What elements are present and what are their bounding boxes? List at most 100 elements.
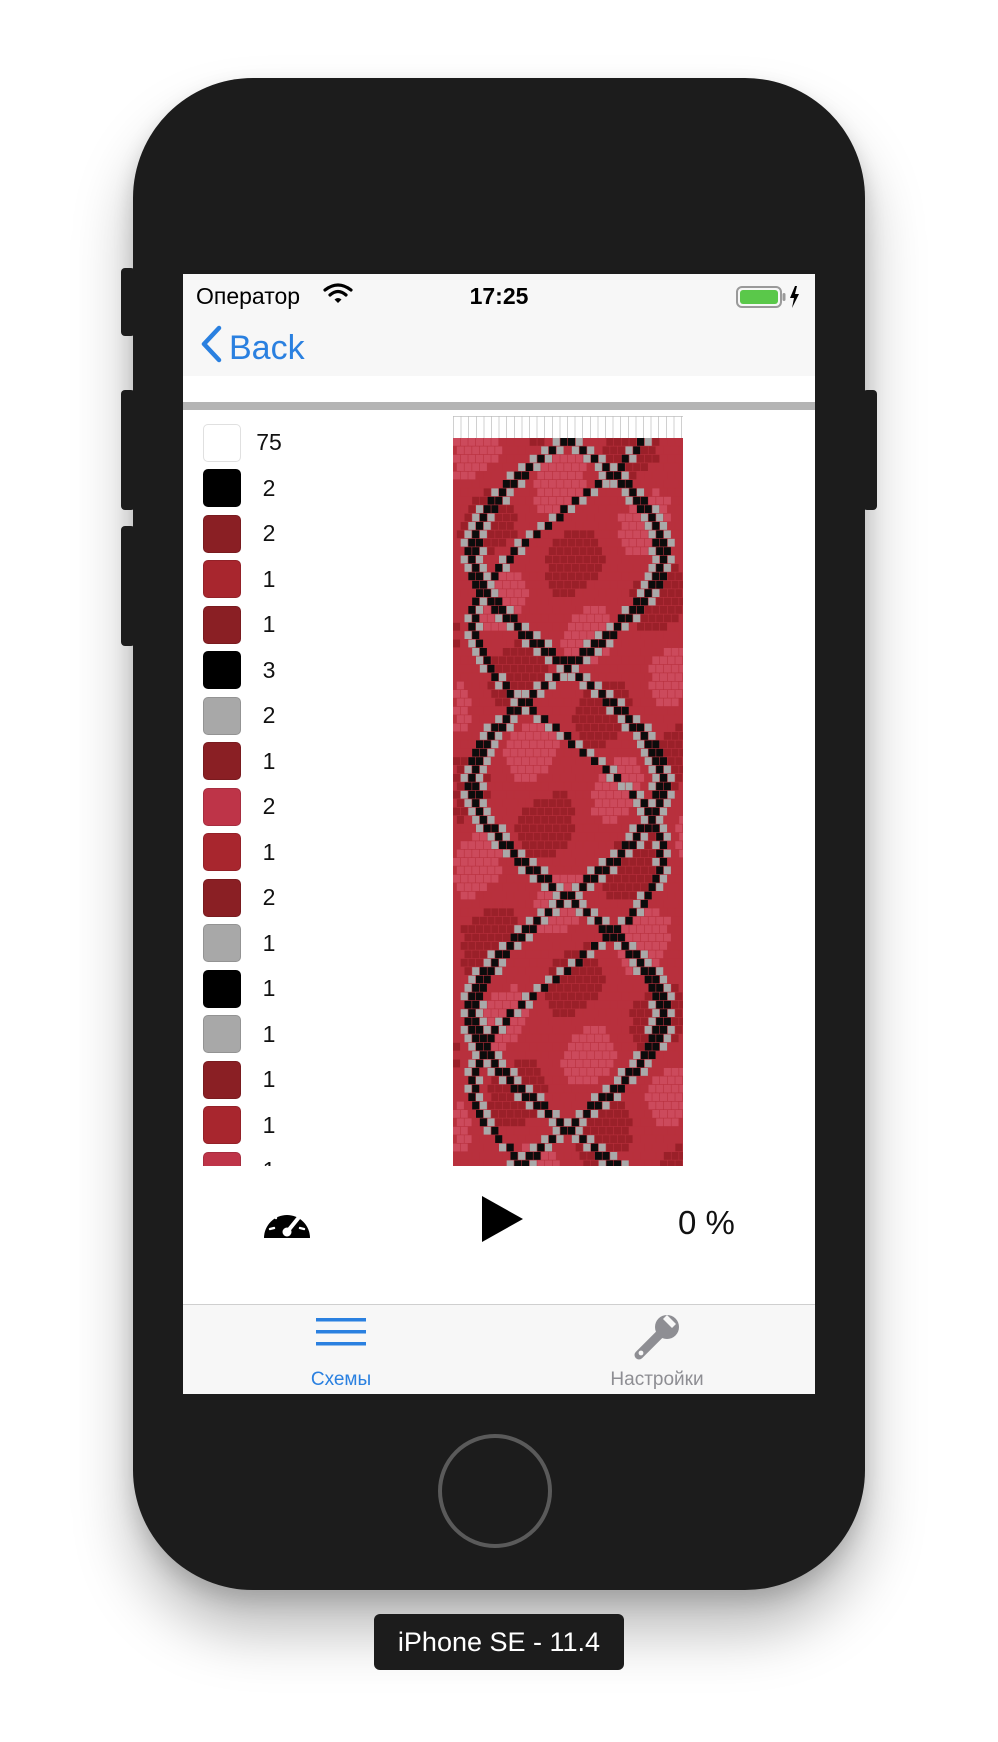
- tab-schemes[interactable]: Схемы: [183, 1305, 499, 1394]
- bead-color-row[interactable]: 2: [203, 784, 363, 830]
- bead: [671, 648, 679, 656]
- bead-color-row[interactable]: 1: [203, 830, 363, 876]
- bead: [564, 799, 572, 807]
- bead-color-row[interactable]: 1: [203, 921, 363, 967]
- bead-color-row[interactable]: 1: [203, 739, 363, 785]
- bead: [472, 984, 480, 992]
- bead: [671, 732, 679, 740]
- bead: [525, 866, 533, 875]
- bead-color-row[interactable]: 2: [203, 466, 363, 512]
- bead: [510, 513, 518, 522]
- bead-color-row[interactable]: 1: [203, 602, 363, 648]
- bead: [667, 555, 675, 564]
- bead: [621, 690, 629, 698]
- bead-color-row[interactable]: 2: [203, 875, 363, 921]
- bead: [483, 1059, 491, 1068]
- bead: [545, 790, 553, 799]
- bead: [648, 547, 656, 555]
- bead: [660, 774, 668, 782]
- bead: [468, 975, 476, 984]
- bead-pattern-canvas[interactable]: [453, 438, 683, 1166]
- bead: [629, 1143, 637, 1152]
- bead: [468, 841, 476, 849]
- bead: [602, 832, 610, 841]
- bead: [633, 1034, 641, 1043]
- back-button[interactable]: Back: [199, 325, 305, 370]
- bead-count: 2: [262, 520, 276, 547]
- bead: [633, 1135, 641, 1143]
- bead-color-row[interactable]: 1: [203, 966, 363, 1012]
- bead: [545, 471, 553, 480]
- bead: [522, 942, 530, 950]
- bead: [502, 984, 510, 992]
- bead: [667, 673, 675, 681]
- bead: [675, 1042, 683, 1051]
- bead: [617, 1051, 625, 1059]
- bead: [541, 496, 549, 505]
- play-button[interactable]: [479, 1194, 525, 1249]
- home-button[interactable]: [438, 1434, 552, 1548]
- bead: [564, 698, 572, 707]
- bead: [525, 446, 533, 455]
- bead: [472, 513, 480, 522]
- bead: [598, 925, 606, 933]
- bead: [621, 1042, 629, 1051]
- bead: [518, 1135, 526, 1143]
- bead-color-row[interactable]: 3: [203, 648, 363, 694]
- bead: [525, 967, 533, 975]
- bead: [522, 488, 530, 497]
- bead: [614, 706, 622, 715]
- bead: [510, 1152, 518, 1160]
- color-swatch: [203, 878, 241, 917]
- bead: [575, 555, 583, 564]
- bead-color-list[interactable]: 752211321212111111: [203, 420, 363, 1166]
- bead: [552, 1059, 560, 1068]
- bead-color-row[interactable]: 1: [203, 1057, 363, 1103]
- bead: [487, 1152, 495, 1160]
- bead: [556, 530, 564, 539]
- bead: [652, 740, 660, 749]
- bead: [510, 748, 518, 757]
- bead-color-row[interactable]: 75: [203, 420, 363, 466]
- bead-color-row[interactable]: 1: [203, 1103, 363, 1149]
- bead-color-row[interactable]: 2: [203, 511, 363, 557]
- bead: [598, 1126, 606, 1135]
- bead-color-row[interactable]: 1: [203, 1148, 363, 1166]
- bead: [656, 1084, 664, 1093]
- bead: [487, 597, 495, 606]
- bead: [671, 967, 679, 975]
- bead: [537, 1093, 545, 1101]
- bead: [571, 782, 579, 791]
- bead: [522, 690, 530, 698]
- bead: [499, 807, 507, 816]
- bead: [633, 1068, 641, 1076]
- bead: [476, 589, 484, 597]
- bead: [587, 480, 595, 488]
- bead: [656, 782, 664, 791]
- bead: [660, 522, 668, 530]
- bead: [476, 690, 484, 698]
- bead: [648, 832, 656, 841]
- bead: [545, 1093, 553, 1101]
- bead: [679, 496, 683, 505]
- tab-settings[interactable]: Настройки: [499, 1305, 815, 1394]
- bead: [606, 505, 614, 513]
- bead: [610, 1118, 618, 1127]
- bead: [675, 555, 683, 564]
- bead-color-row[interactable]: 1: [203, 557, 363, 603]
- bead: [663, 463, 671, 471]
- bead: [502, 799, 510, 807]
- bead: [675, 522, 683, 530]
- scheme-view[interactable]: 752211321212111111: [183, 410, 815, 1166]
- bead-color-row[interactable]: 2: [203, 693, 363, 739]
- bead: [522, 891, 530, 900]
- bead-color-row[interactable]: 1: [203, 1012, 363, 1058]
- bead: [460, 740, 468, 749]
- bead: [568, 1076, 576, 1085]
- bead: [456, 1017, 464, 1026]
- speedometer-icon[interactable]: [261, 1196, 313, 1249]
- bead: [456, 748, 464, 757]
- bead: [502, 698, 510, 707]
- bead: [476, 891, 484, 900]
- bead: [667, 891, 675, 900]
